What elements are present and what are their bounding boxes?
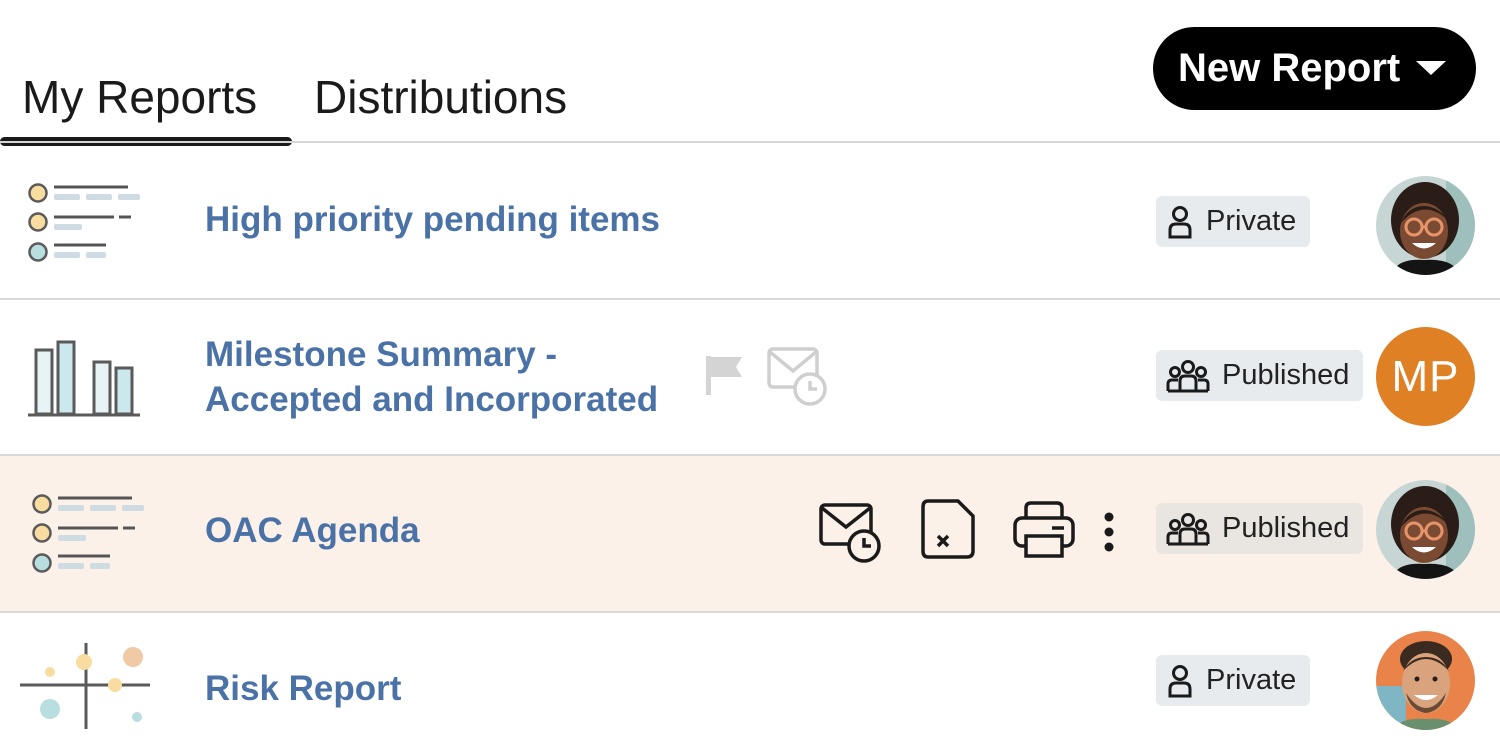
export-excel-icon[interactable] (920, 498, 976, 560)
report-row[interactable]: Risk Report Private (0, 613, 1500, 750)
report-row[interactable]: High priority pending items Private (0, 143, 1500, 300)
group-icon (1166, 359, 1210, 392)
scheduled-email-icon (767, 347, 827, 406)
report-title[interactable]: Milestone Summary - Accepted and Incorpo… (205, 332, 658, 422)
report-title[interactable]: High priority pending items (205, 197, 660, 242)
report-title[interactable]: Risk Report (205, 666, 401, 711)
owner-avatar[interactable] (1376, 631, 1475, 730)
report-row[interactable]: OAC Agenda Published (0, 456, 1500, 613)
group-icon (1166, 512, 1210, 545)
person-icon (1168, 205, 1192, 238)
scheduled-email-icon[interactable] (818, 502, 884, 564)
person-icon (1168, 664, 1192, 697)
scatter-report-icon (20, 643, 150, 729)
chevron-down-icon (1416, 61, 1446, 75)
visibility-badge: Published (1156, 503, 1364, 554)
print-icon[interactable] (1012, 500, 1076, 560)
visibility-badge: Published (1156, 350, 1364, 401)
report-title[interactable]: OAC Agenda (205, 508, 420, 553)
visibility-label: Published (1222, 359, 1350, 391)
new-report-button[interactable]: New Report (1153, 27, 1476, 110)
owner-avatar[interactable] (1376, 480, 1475, 579)
report-title-line-1: Milestone Summary - (205, 335, 558, 374)
flag-icon (706, 356, 742, 395)
tab-my-reports[interactable]: My Reports (22, 70, 257, 124)
more-options-icon[interactable] (1101, 512, 1117, 552)
bar-chart-report-icon (28, 340, 140, 417)
owner-initials: MP (1391, 351, 1460, 401)
owner-avatar[interactable] (1376, 176, 1475, 275)
report-row[interactable]: Milestone Summary - Accepted and Incorpo… (0, 300, 1500, 456)
new-report-label: New Report (1178, 46, 1401, 90)
list-report-icon (32, 494, 144, 573)
list-report-icon (28, 183, 140, 262)
woman-glasses-avatar (1376, 176, 1475, 275)
man-smiling-avatar (1376, 631, 1475, 730)
tab-distributions[interactable]: Distributions (314, 70, 567, 124)
visibility-badge: Private (1156, 655, 1311, 706)
owner-avatar[interactable]: MP (1376, 327, 1475, 426)
visibility-badge: Private (1156, 196, 1311, 247)
woman-glasses-avatar (1376, 480, 1475, 579)
report-title-line-2: Accepted and Incorporated (205, 380, 659, 419)
visibility-label: Private (1206, 664, 1297, 696)
visibility-label: Published (1222, 512, 1350, 544)
visibility-label: Private (1206, 205, 1297, 237)
